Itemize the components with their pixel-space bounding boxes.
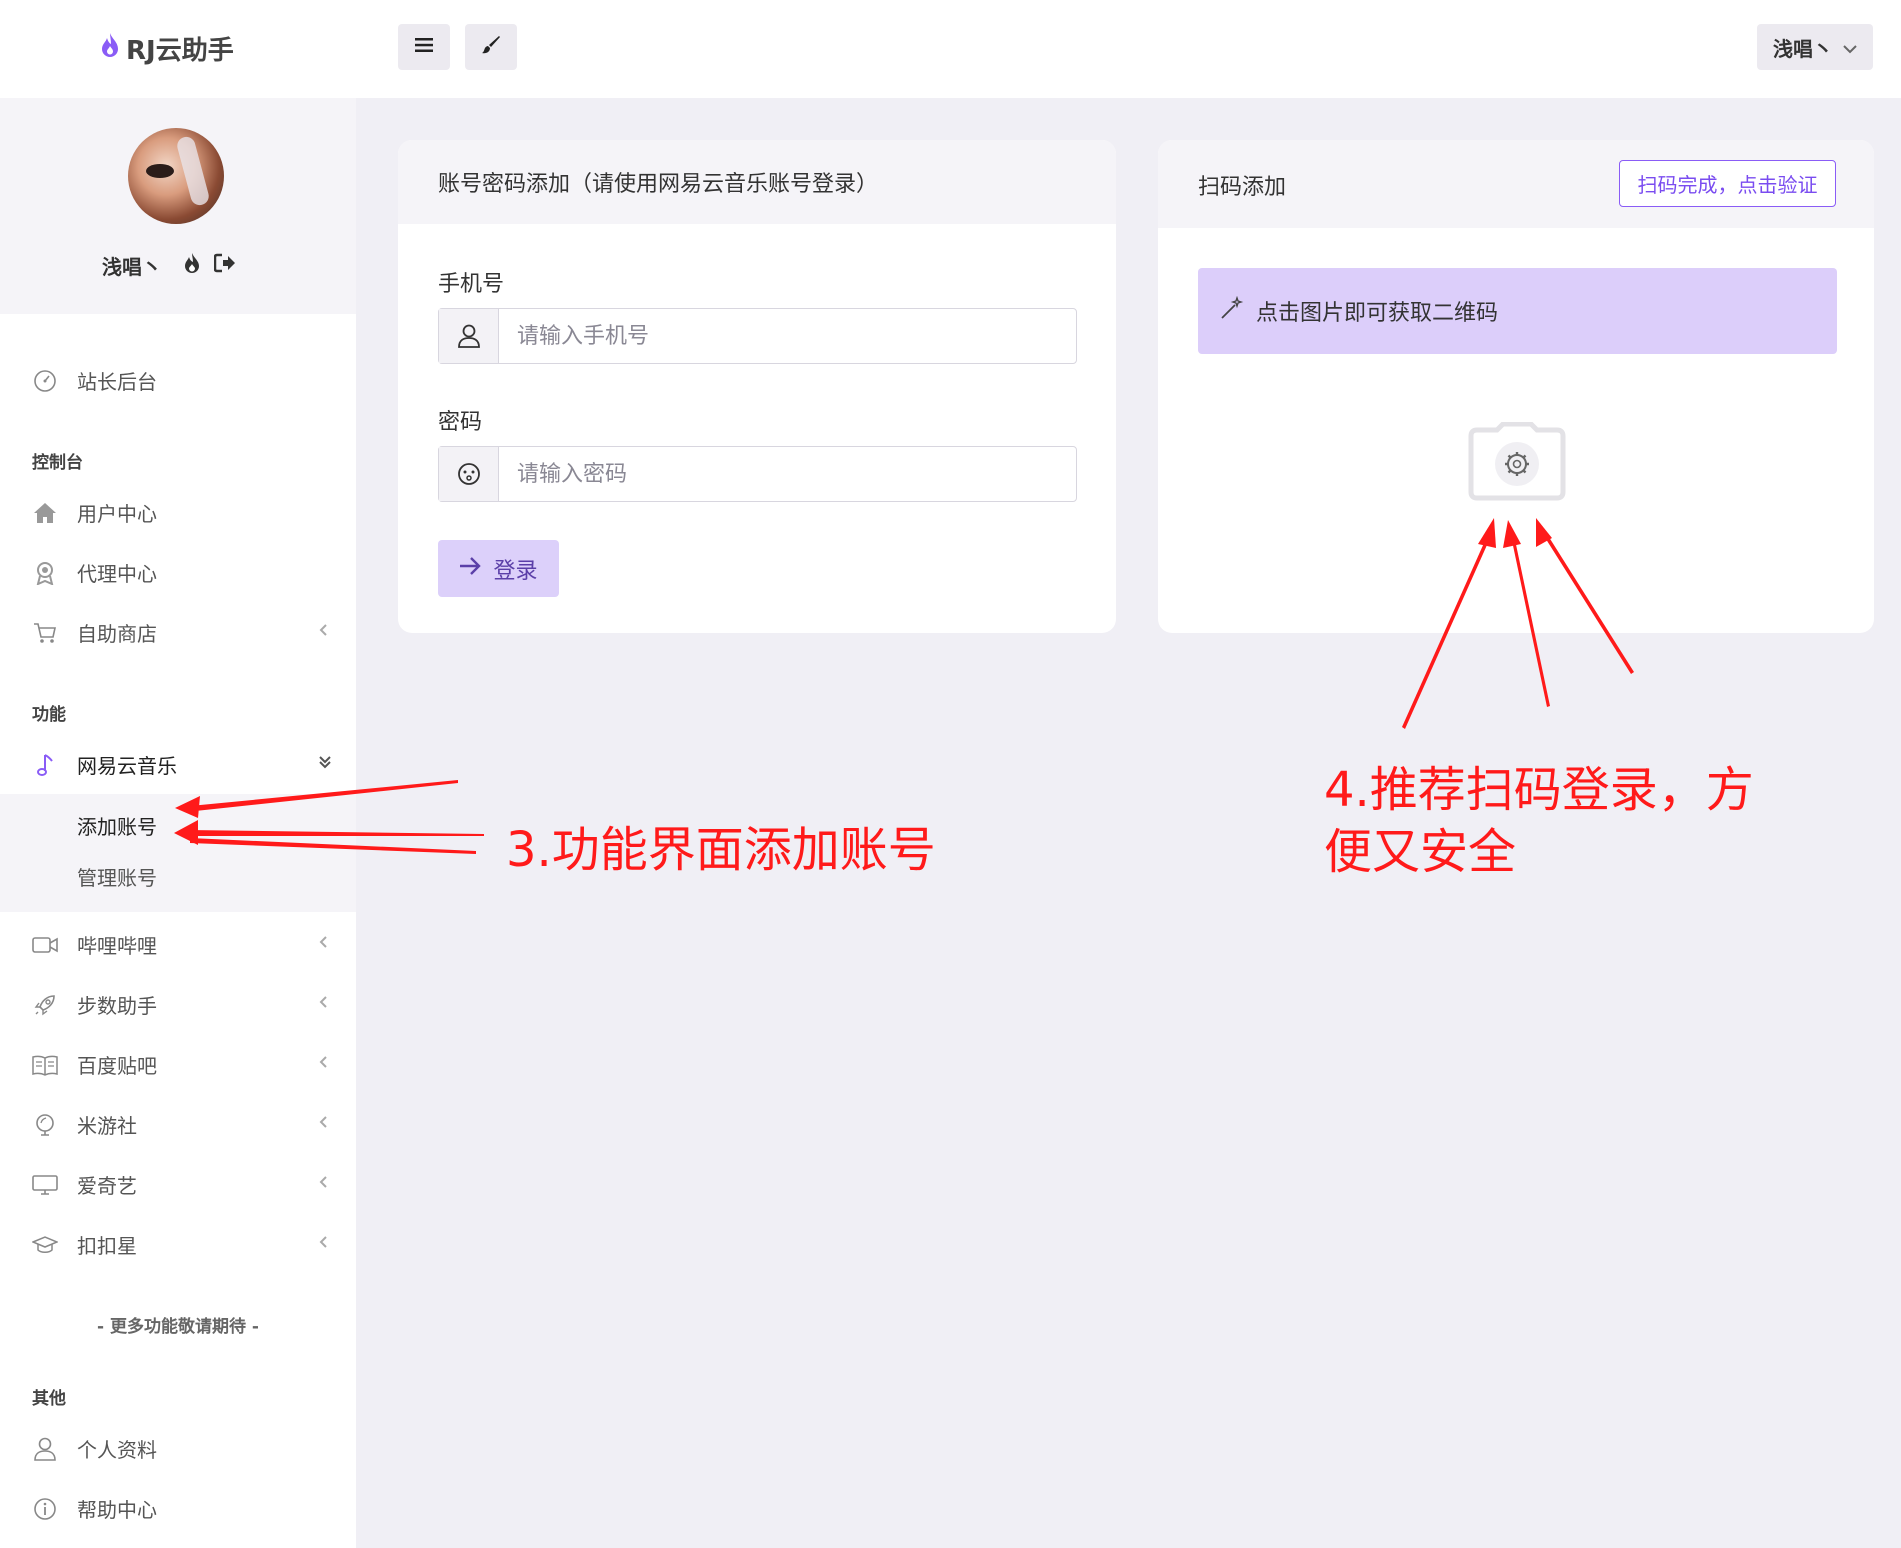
password-input-group <box>438 446 1077 502</box>
sidebar-item-bilibili[interactable]: 哔哩哔哩 <box>0 920 356 968</box>
profile-panel: 浅唱丶 <box>0 98 356 314</box>
chevron-left-icon <box>318 993 334 1013</box>
logo-text: RJ云助手 <box>126 35 234 66</box>
annotation-step3: 3.功能界面添加账号 <box>506 822 936 878</box>
sidebar-item-label: 站长后台 <box>77 369 157 394</box>
sidebar-item-label: 哔哩哔哩 <box>77 933 157 958</box>
flame-icon <box>100 32 120 65</box>
graduation-cap-icon <box>32 1232 58 1258</box>
section-title-other: 其他 <box>32 1389 66 1409</box>
phone-input[interactable] <box>501 309 1071 363</box>
cart-icon <box>32 620 58 646</box>
more-features-note: - 更多功能敬请期待 - <box>97 1317 259 1337</box>
chevron-left-icon <box>318 1113 334 1133</box>
sidebar-item-label: 帮助中心 <box>77 1497 157 1522</box>
profile-name[interactable]: 浅唱丶 <box>102 251 162 280</box>
profile-row: 浅唱丶 <box>102 250 236 280</box>
card-header: 账号密码添加（请使用网易云音乐账号登录） <box>398 140 1116 224</box>
info-icon <box>32 1496 58 1522</box>
submenu-item-add-account[interactable]: 添加账号 <box>77 811 157 840</box>
section-title-features: 功能 <box>32 705 66 725</box>
music-note-icon <box>32 752 58 778</box>
book-icon <box>32 1052 58 1078</box>
sidebar-item-label: 用户中心 <box>77 501 157 526</box>
arrow-right-icon <box>459 556 482 581</box>
chevron-left-icon <box>318 1053 334 1073</box>
sidebar-item-iqiyi[interactable]: 爱奇艺 <box>0 1160 356 1208</box>
sidebar-item-admin[interactable]: 站长后台 <box>0 356 356 404</box>
card-header: 扫码添加 扫码完成，点击验证 <box>1158 140 1874 228</box>
menu-icon <box>415 37 433 57</box>
theme-button[interactable] <box>465 24 517 70</box>
sidebar-item-step-helper[interactable]: 步数助手 <box>0 980 356 1028</box>
sidebar-item-label: 个人资料 <box>77 1437 157 1462</box>
magic-wand-icon <box>1220 295 1244 326</box>
sidebar-item-label: 网易云音乐 <box>77 753 177 778</box>
logout-icon[interactable] <box>213 253 236 278</box>
monitor-icon <box>32 1172 58 1198</box>
sidebar-item-label: 爱奇艺 <box>77 1173 137 1198</box>
flame-icon[interactable] <box>184 252 200 279</box>
user-icon <box>439 309 499 363</box>
login-button-label: 登录 <box>493 558 538 584</box>
sidebar-item-agent-center[interactable]: 代理中心 <box>0 548 356 596</box>
rocket-icon <box>32 992 58 1018</box>
sidebar-item-label: 米游社 <box>77 1113 137 1138</box>
card-title: 账号密码添加（请使用网易云音乐账号登录） <box>438 172 879 197</box>
sidebar-item-miyoushe[interactable]: 米游社 <box>0 1100 356 1148</box>
qr-tip-text: 点击图片即可获取二维码 <box>1256 301 1499 326</box>
phone-label: 手机号 <box>438 272 505 297</box>
sidebar-item-label: 自助商店 <box>77 621 157 646</box>
sidebar-item-label: 代理中心 <box>77 561 157 586</box>
avatar[interactable] <box>128 128 224 224</box>
chevron-left-icon <box>318 1173 334 1193</box>
phone-input-group <box>438 308 1077 364</box>
chevron-double-down-icon <box>318 753 334 773</box>
qr-login-card: 扫码添加 扫码完成，点击验证 点击图片即可获取二维码 <box>1158 140 1874 633</box>
chevron-down-icon <box>1843 35 1857 59</box>
sidebar-item-user-center[interactable]: 用户中心 <box>0 488 356 536</box>
chevron-left-icon <box>318 621 334 641</box>
surprised-face-icon <box>439 447 499 501</box>
globe-stand-icon <box>32 1112 58 1138</box>
sidebar-item-label: 步数助手 <box>77 993 157 1018</box>
video-camera-icon <box>32 932 58 958</box>
brush-icon <box>481 35 501 59</box>
sidebar-item-self-shop[interactable]: 自助商店 <box>0 608 356 656</box>
sidebar-item-label: 扣扣星 <box>77 1233 137 1258</box>
sidebar: 浅唱丶 站长后台 控制台 用户中心 代理中心 自助商店 功能 网易云音乐 添加账… <box>0 98 356 1548</box>
password-input[interactable] <box>501 447 1071 501</box>
verify-scan-button[interactable]: 扫码完成，点击验证 <box>1619 160 1836 207</box>
login-button[interactable]: 登录 <box>438 540 559 597</box>
sidebar-item-help-center[interactable]: 帮助中心 <box>0 1484 356 1532</box>
user-icon <box>32 1436 58 1462</box>
chevron-left-icon <box>318 1233 334 1253</box>
annotation-step4-line2: 便又安全 <box>1324 824 1517 880</box>
chevron-left-icon <box>318 933 334 953</box>
sidebar-item-netease-music[interactable]: 网易云音乐 <box>0 740 356 788</box>
user-menu-name: 浅唱丶 <box>1773 36 1833 61</box>
card-title: 扫码添加 <box>1198 175 1287 200</box>
password-login-card: 账号密码添加（请使用网易云音乐账号登录） 手机号 密码 登录 <box>398 140 1116 633</box>
password-label: 密码 <box>438 410 483 435</box>
sidebar-item-koukouxing[interactable]: 扣扣星 <box>0 1220 356 1268</box>
home-icon <box>32 500 58 526</box>
user-menu-dropdown[interactable]: 浅唱丶 <box>1757 24 1873 70</box>
app-logo[interactable]: RJ云助手 <box>100 28 234 68</box>
sidebar-item-profile[interactable]: 个人资料 <box>0 1424 356 1472</box>
sidebar-item-baidu-tieba[interactable]: 百度贴吧 <box>0 1040 356 1088</box>
annotation-step4-line1: 4.推荐扫码登录，方 <box>1324 762 1754 818</box>
award-icon <box>32 560 58 586</box>
sidebar-toggle-button[interactable] <box>398 24 450 70</box>
submenu-item-manage-account[interactable]: 管理账号 <box>77 862 157 891</box>
qr-code-image[interactable] <box>1467 421 1567 502</box>
sidebar-submenu-netease: 添加账号 管理账号 <box>0 794 356 912</box>
speedometer-icon <box>32 368 58 394</box>
top-header: RJ云助手 浅唱丶 <box>0 0 1901 98</box>
qr-tip-alert: 点击图片即可获取二维码 <box>1198 268 1837 354</box>
section-title-console: 控制台 <box>32 453 83 473</box>
sidebar-item-label: 百度贴吧 <box>77 1053 157 1078</box>
